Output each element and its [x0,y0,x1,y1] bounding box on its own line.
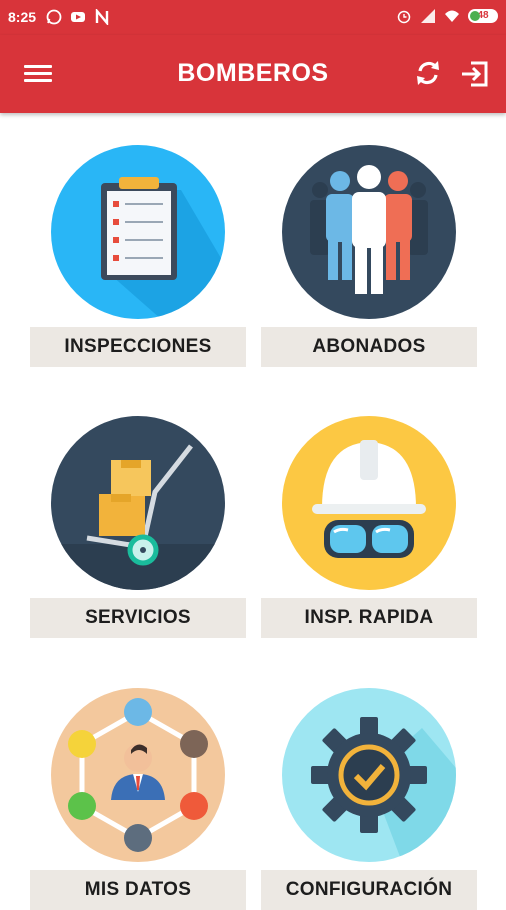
tile-label: INSP. RAPIDA [261,598,477,638]
sync-icon[interactable] [412,57,444,89]
mis-datos-circle [51,688,225,862]
app-bar: BOMBEROS [0,35,506,113]
netflix-icon [95,9,109,25]
configuracion-circle [282,688,456,862]
people-group-icon [310,165,428,294]
tile-mis-datos[interactable]: MIS DATOS [30,688,246,910]
hand-truck-icon [51,444,225,590]
abonados-circle [282,145,456,319]
status-time: 8:25 [8,9,37,25]
tile-insp-rapida[interactable]: INSP. RAPIDA [261,416,477,638]
youtube-icon [71,12,85,22]
helmet-goggles-icon [312,440,426,558]
tile-label: CONFIGURACIÓN [261,870,477,910]
wifi-icon [445,10,459,22]
tile-label: ABONADOS [261,327,477,367]
whatsapp-icon [46,9,62,25]
user-network-icon [68,698,208,852]
insp-rapida-circle [282,416,456,590]
tile-configuracion[interactable]: CONFIGURACIÓN [261,688,477,910]
signal-icon [421,9,435,23]
servicios-circle [51,416,225,590]
tile-label: INSPECCIONES [30,327,246,367]
gear-icon [311,717,456,862]
notification-icons [46,9,110,25]
tile-servicios[interactable]: SERVICIOS [30,416,246,638]
status-bar: 8:25 48 [0,0,506,35]
inspecciones-circle [51,145,225,319]
tile-label: SERVICIOS [30,598,246,638]
battery-indicator: 48 [468,9,498,23]
tile-label: MIS DATOS [30,870,246,910]
logout-icon[interactable] [458,57,492,91]
tile-abonados[interactable]: ABONADOS [261,145,477,367]
clipboard-icon [101,177,225,319]
alarm-icon [397,10,411,24]
tile-inspecciones[interactable]: INSPECCIONES [30,145,246,367]
